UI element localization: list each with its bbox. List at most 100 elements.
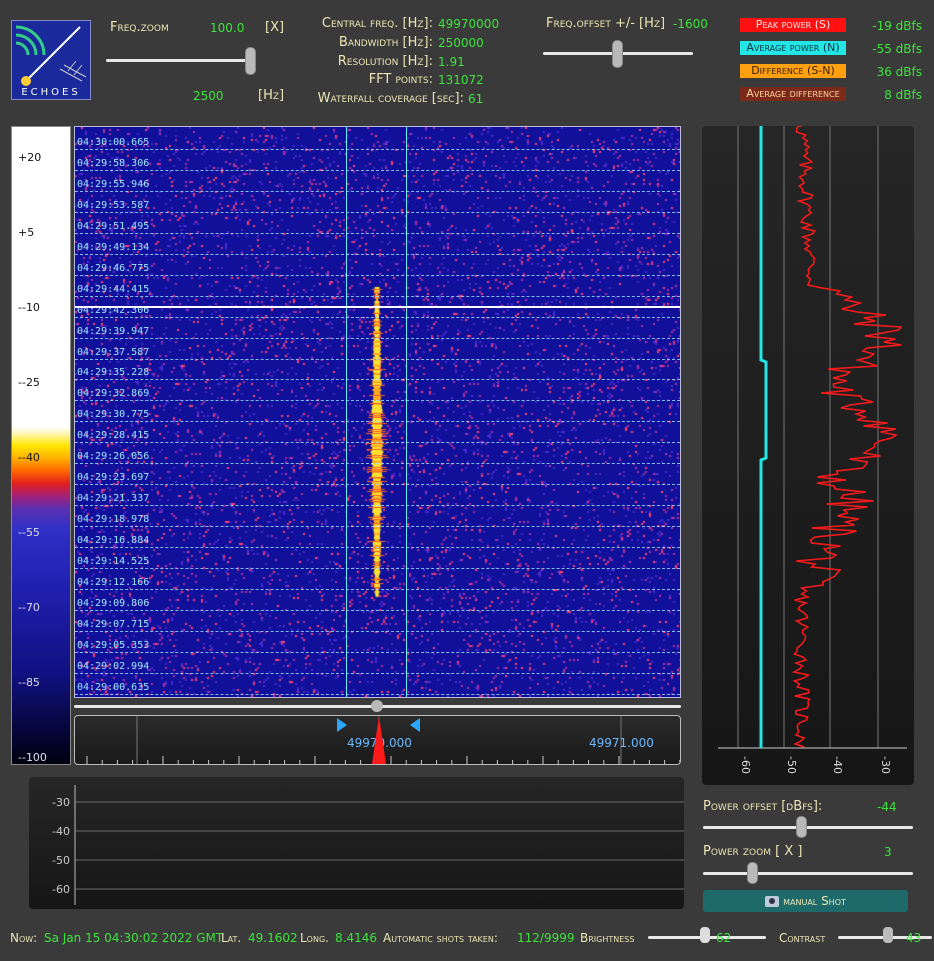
power-x-tick: -40 [831,756,844,774]
spectrum-y-tick: -40 [52,825,70,838]
time-grid-line [75,421,680,423]
timestamp-label: 04:29:32.869 [77,388,150,400]
waterfall-coverage-value: 61 [468,92,484,106]
spectrum-y-tick: -50 [52,854,70,867]
long-value: 8.4146 [335,931,377,945]
timestamp-label: 04:29:37.587 [77,346,150,358]
timestamp-label: 04:29:21.337 [77,493,150,505]
timestamp-label: 04:29:05.353 [77,639,150,651]
power-offset-slider-track[interactable] [703,826,913,829]
timestamp-label: 04:29:26.056 [77,451,150,463]
shots-label: Automatic shots taken: [383,931,498,945]
tuning-marker-icon[interactable] [372,716,386,764]
peak-power-trace [791,125,903,748]
time-grid-line [75,232,680,234]
echoes-logo: ECHOES [11,20,91,100]
freq-zoom-value: 100.0 [210,21,245,35]
power-zoom-label: Power zoom [ X ] [703,844,803,859]
time-grid-line [75,505,680,507]
manual-shot-button[interactable]: manual Shot [703,890,908,912]
timestamp-label: 04:29:16.884 [77,535,150,547]
freq-offset-slider-knob[interactable] [612,40,623,68]
brightness-value: 62 [716,931,732,945]
central-freq-value: 49970000 [438,17,500,31]
left-bound-marker-icon[interactable] [337,718,347,732]
time-grid-line [75,211,680,213]
time-grid-line [75,630,680,632]
timestamp-label: 04:29:12.166 [77,576,150,588]
freq-offset-label: Freq.offset +/- [Hz] [546,16,666,31]
spectrum-chart: -30 -40 -50 -60 [29,777,684,909]
power-x-tick: -30 [879,756,892,774]
frequency-axis[interactable]: 49970.000 49971.000 [74,715,681,765]
timestamp-label: 04:29:07.715 [77,618,150,630]
timestamp-label: 04:29:49.134 [77,241,150,253]
time-grid-line [75,547,680,549]
legend-item-value: -55 dBfs [872,42,922,56]
lat-label: Lat. [221,931,242,945]
color-scale-tick: +5 [18,226,35,239]
time-grid-line [75,484,680,486]
brightness-slider-knob[interactable] [700,927,710,943]
power-zoom-slider-knob[interactable] [747,862,758,884]
legend-item-value: 36 dBfs [876,65,922,79]
freq-zoom-slider-knob[interactable] [245,47,256,75]
timestamp-label: 04:29:44.415 [77,283,150,295]
timestamp-label: 04:29:55.946 [77,178,150,190]
color-scale-tick: --10 [18,301,40,314]
color-scale-tick: --100 [18,751,47,764]
waterfall-coverage-label: Waterfall coverage [sec]: [317,91,464,106]
spectrum-y-tick: -30 [52,796,70,809]
time-grid-line [75,651,680,653]
power-offset-value: -44 [877,800,897,814]
timestamp-label: 04:29:39.947 [77,325,150,337]
color-scale-tick: --55 [18,526,40,539]
timestamp-label: 04:29:02.994 [77,660,150,672]
contrast-slider-knob[interactable] [883,927,893,943]
color-scale-tick: --40 [18,451,40,464]
time-grid-line [75,400,680,402]
freq-offset-value: -1600 [673,17,708,31]
now-label: Now: [10,931,38,945]
power-offset-slider-knob[interactable] [796,816,807,838]
color-scale-tick: --85 [18,676,40,689]
right-bound-marker-icon[interactable] [410,718,420,732]
legend-item-label: Peak power (S) [740,18,846,32]
bandwidth-label: Bandwidth [Hz]: [338,35,433,50]
spectrum-y-tick: -60 [52,883,70,896]
timestamp-label: 04:30:00.665 [77,137,150,148]
timestamp-label: 04:29:23.697 [77,472,150,484]
timestamp-label: 04:29:51.495 [77,220,150,232]
timestamp-label: 04:29:30.775 [77,409,150,421]
freq-zoom-slider-track[interactable] [106,59,256,62]
timestamp-label: 04:29:14.525 [77,556,150,567]
spectrum-plot: -30 -40 -50 -60 [52,785,684,905]
time-grid-line [75,190,680,192]
fft-points-label: FFT points: [368,72,433,87]
legend-item-label: Average power (N) [740,41,846,55]
time-grid-line [75,337,680,339]
time-grid-line [75,295,680,297]
timestamp-label: 04:29:28.415 [77,430,150,442]
freq-zoom-label: Freq.zoom [110,20,169,35]
timestamp-label: 04:29:46.775 [77,262,150,274]
timestamp-label: 04:29:35.228 [77,367,150,379]
timestamp-label: 04:29:58.306 [77,157,150,169]
power-offset-label: Power offset [dBfs]: [703,799,823,814]
resolution-value: 1.91 [438,55,465,69]
power-plot: -60 -50 -40 -30 [718,125,907,774]
manual-shot-label: manual Shot [783,894,846,908]
freq-label-2: 49971.000 [589,736,654,750]
brightness-label: Brightness [580,931,635,945]
legend-item-value: -19 dBfs [872,19,922,33]
waterfall-scroll-knob[interactable] [371,700,383,712]
waterfall-separator [75,306,680,308]
time-grid-line [75,609,680,611]
power-zoom-slider-track[interactable] [703,872,913,875]
timestamp-label: 04:29:00.635 [77,681,150,693]
logo-text: ECHOES [21,87,81,98]
time-grid-line [75,672,680,674]
legend-item-label: Difference (S-N) [740,64,846,78]
waterfall-display[interactable]: 04:30:00.665 04:29:58.306 04:29:55.946 04:2… [74,126,681,698]
average-power-trace [759,126,768,748]
